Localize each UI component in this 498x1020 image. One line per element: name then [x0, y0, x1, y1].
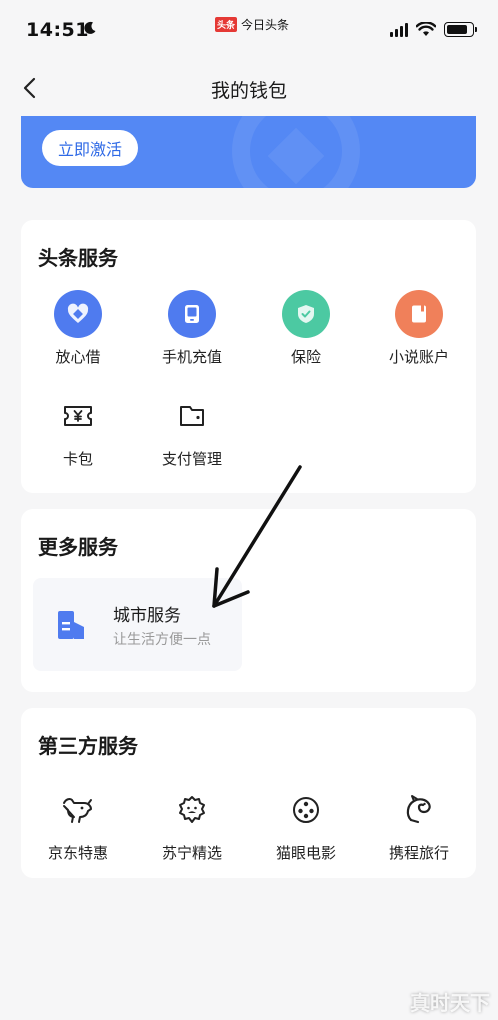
toutiao-services-card: 头条服务 放心借 手机充值 保险 小说账户 卡包 支付管理: [21, 220, 476, 493]
ctrip-dolphin-icon: [406, 795, 431, 824]
service-label: 携程旅行: [388, 844, 449, 862]
heart-diamond-icon: [54, 290, 102, 338]
service-label: 猫眼电影: [275, 844, 336, 862]
jd-dog-icon: [63, 798, 92, 823]
more-services-card: 更多服务 城市服务 让生活方便一点: [21, 509, 476, 692]
service-maoyan[interactable]: 猫眼电影: [249, 786, 363, 863]
service-ctrip[interactable]: 携程旅行: [362, 786, 476, 863]
service-label: 小说账户: [388, 348, 449, 366]
section-title: 第三方服务: [38, 734, 138, 758]
service-phone-recharge[interactable]: 手机充值: [135, 290, 249, 367]
carrier: 头条 今日头条: [215, 16, 289, 33]
service-jd[interactable]: 京东特惠: [21, 786, 135, 863]
signal-icon: [390, 22, 408, 37]
section-title: 头条服务: [38, 246, 118, 270]
wifi-icon: [416, 22, 436, 36]
service-label: 支付管理: [161, 450, 222, 468]
service-label: 放心借: [55, 348, 101, 366]
service-label: 保险: [290, 348, 321, 366]
third-party-services-card: 第三方服务 京东特惠 苏宁精选 猫眼电影 携程旅行: [21, 708, 476, 878]
service-insurance[interactable]: 保险: [249, 290, 363, 367]
book-icon: [395, 290, 443, 338]
service-card-wallet[interactable]: 卡包: [21, 392, 135, 469]
watermark: 真时天下: [410, 991, 490, 1015]
carrier-logo: 头条: [215, 17, 238, 32]
service-label: 京东特惠: [47, 844, 108, 862]
city-services-tile[interactable]: 城市服务 让生活方便一点: [33, 578, 242, 671]
service-suning[interactable]: 苏宁精选: [135, 786, 249, 863]
service-label: 苏宁精选: [161, 844, 222, 862]
status-bar: 14:51 头条 今日头条: [0, 0, 498, 60]
nav-bar: 我的钱包: [0, 60, 498, 116]
wallet-banner: 立即激活: [21, 116, 476, 188]
status-time: 14:51: [26, 19, 89, 41]
status-icons: [390, 22, 477, 37]
wallet-icon: [180, 406, 204, 426]
service-label: 手机充值: [161, 348, 222, 366]
city-services-subtitle: 让生活方便一点: [113, 632, 211, 648]
moon-icon: [84, 21, 96, 34]
section-title: 更多服务: [38, 535, 118, 559]
service-label: 卡包: [62, 450, 93, 468]
banner-decoration: [232, 116, 360, 188]
battery-icon: [444, 22, 477, 37]
activate-button[interactable]: 立即激活: [42, 130, 138, 166]
film-reel-icon: [293, 797, 319, 823]
service-fangxinjie[interactable]: 放心借: [21, 290, 135, 367]
shield-check-icon: [282, 290, 330, 338]
phone-icon: [168, 290, 216, 338]
carrier-text: 今日头条: [241, 18, 290, 32]
service-novel-account[interactable]: 小说账户: [362, 290, 476, 367]
page-title: 我的钱包: [210, 80, 287, 102]
city-services-title: 城市服务: [113, 606, 181, 626]
ticket-yen-icon: [64, 406, 92, 426]
service-payment-management[interactable]: 支付管理: [135, 392, 249, 469]
suning-lion-icon: [179, 796, 205, 823]
city-building-icon: [58, 611, 84, 639]
